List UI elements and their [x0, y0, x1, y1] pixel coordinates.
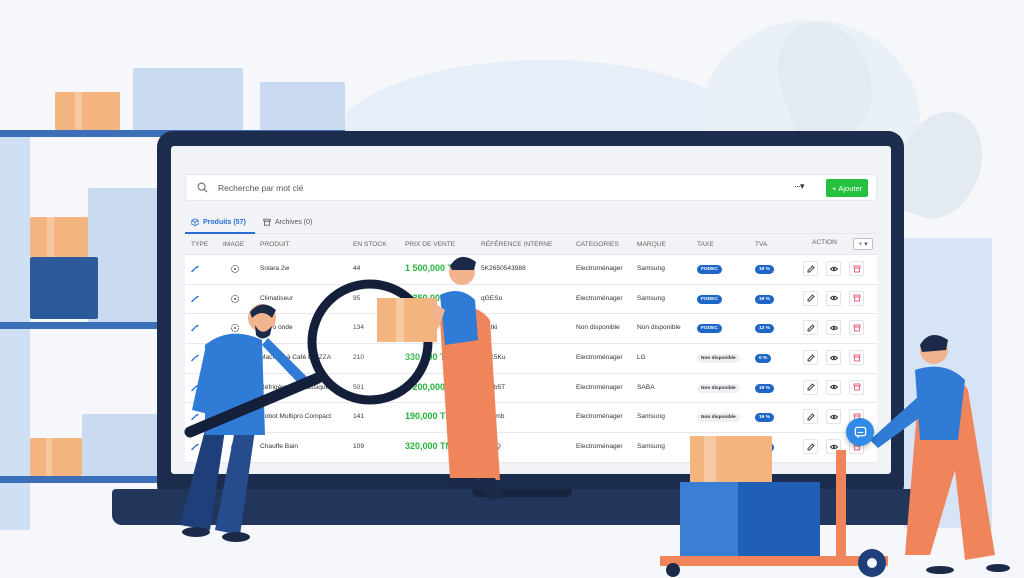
chat-support-button[interactable] — [846, 418, 874, 446]
illustration-stage: ···▾ + Ajouter Produits (57) Archives (0… — [0, 0, 1024, 578]
worker-right — [660, 335, 1010, 577]
chat-icon — [854, 426, 866, 438]
warehouse-workers-illustration — [180, 256, 1010, 577]
